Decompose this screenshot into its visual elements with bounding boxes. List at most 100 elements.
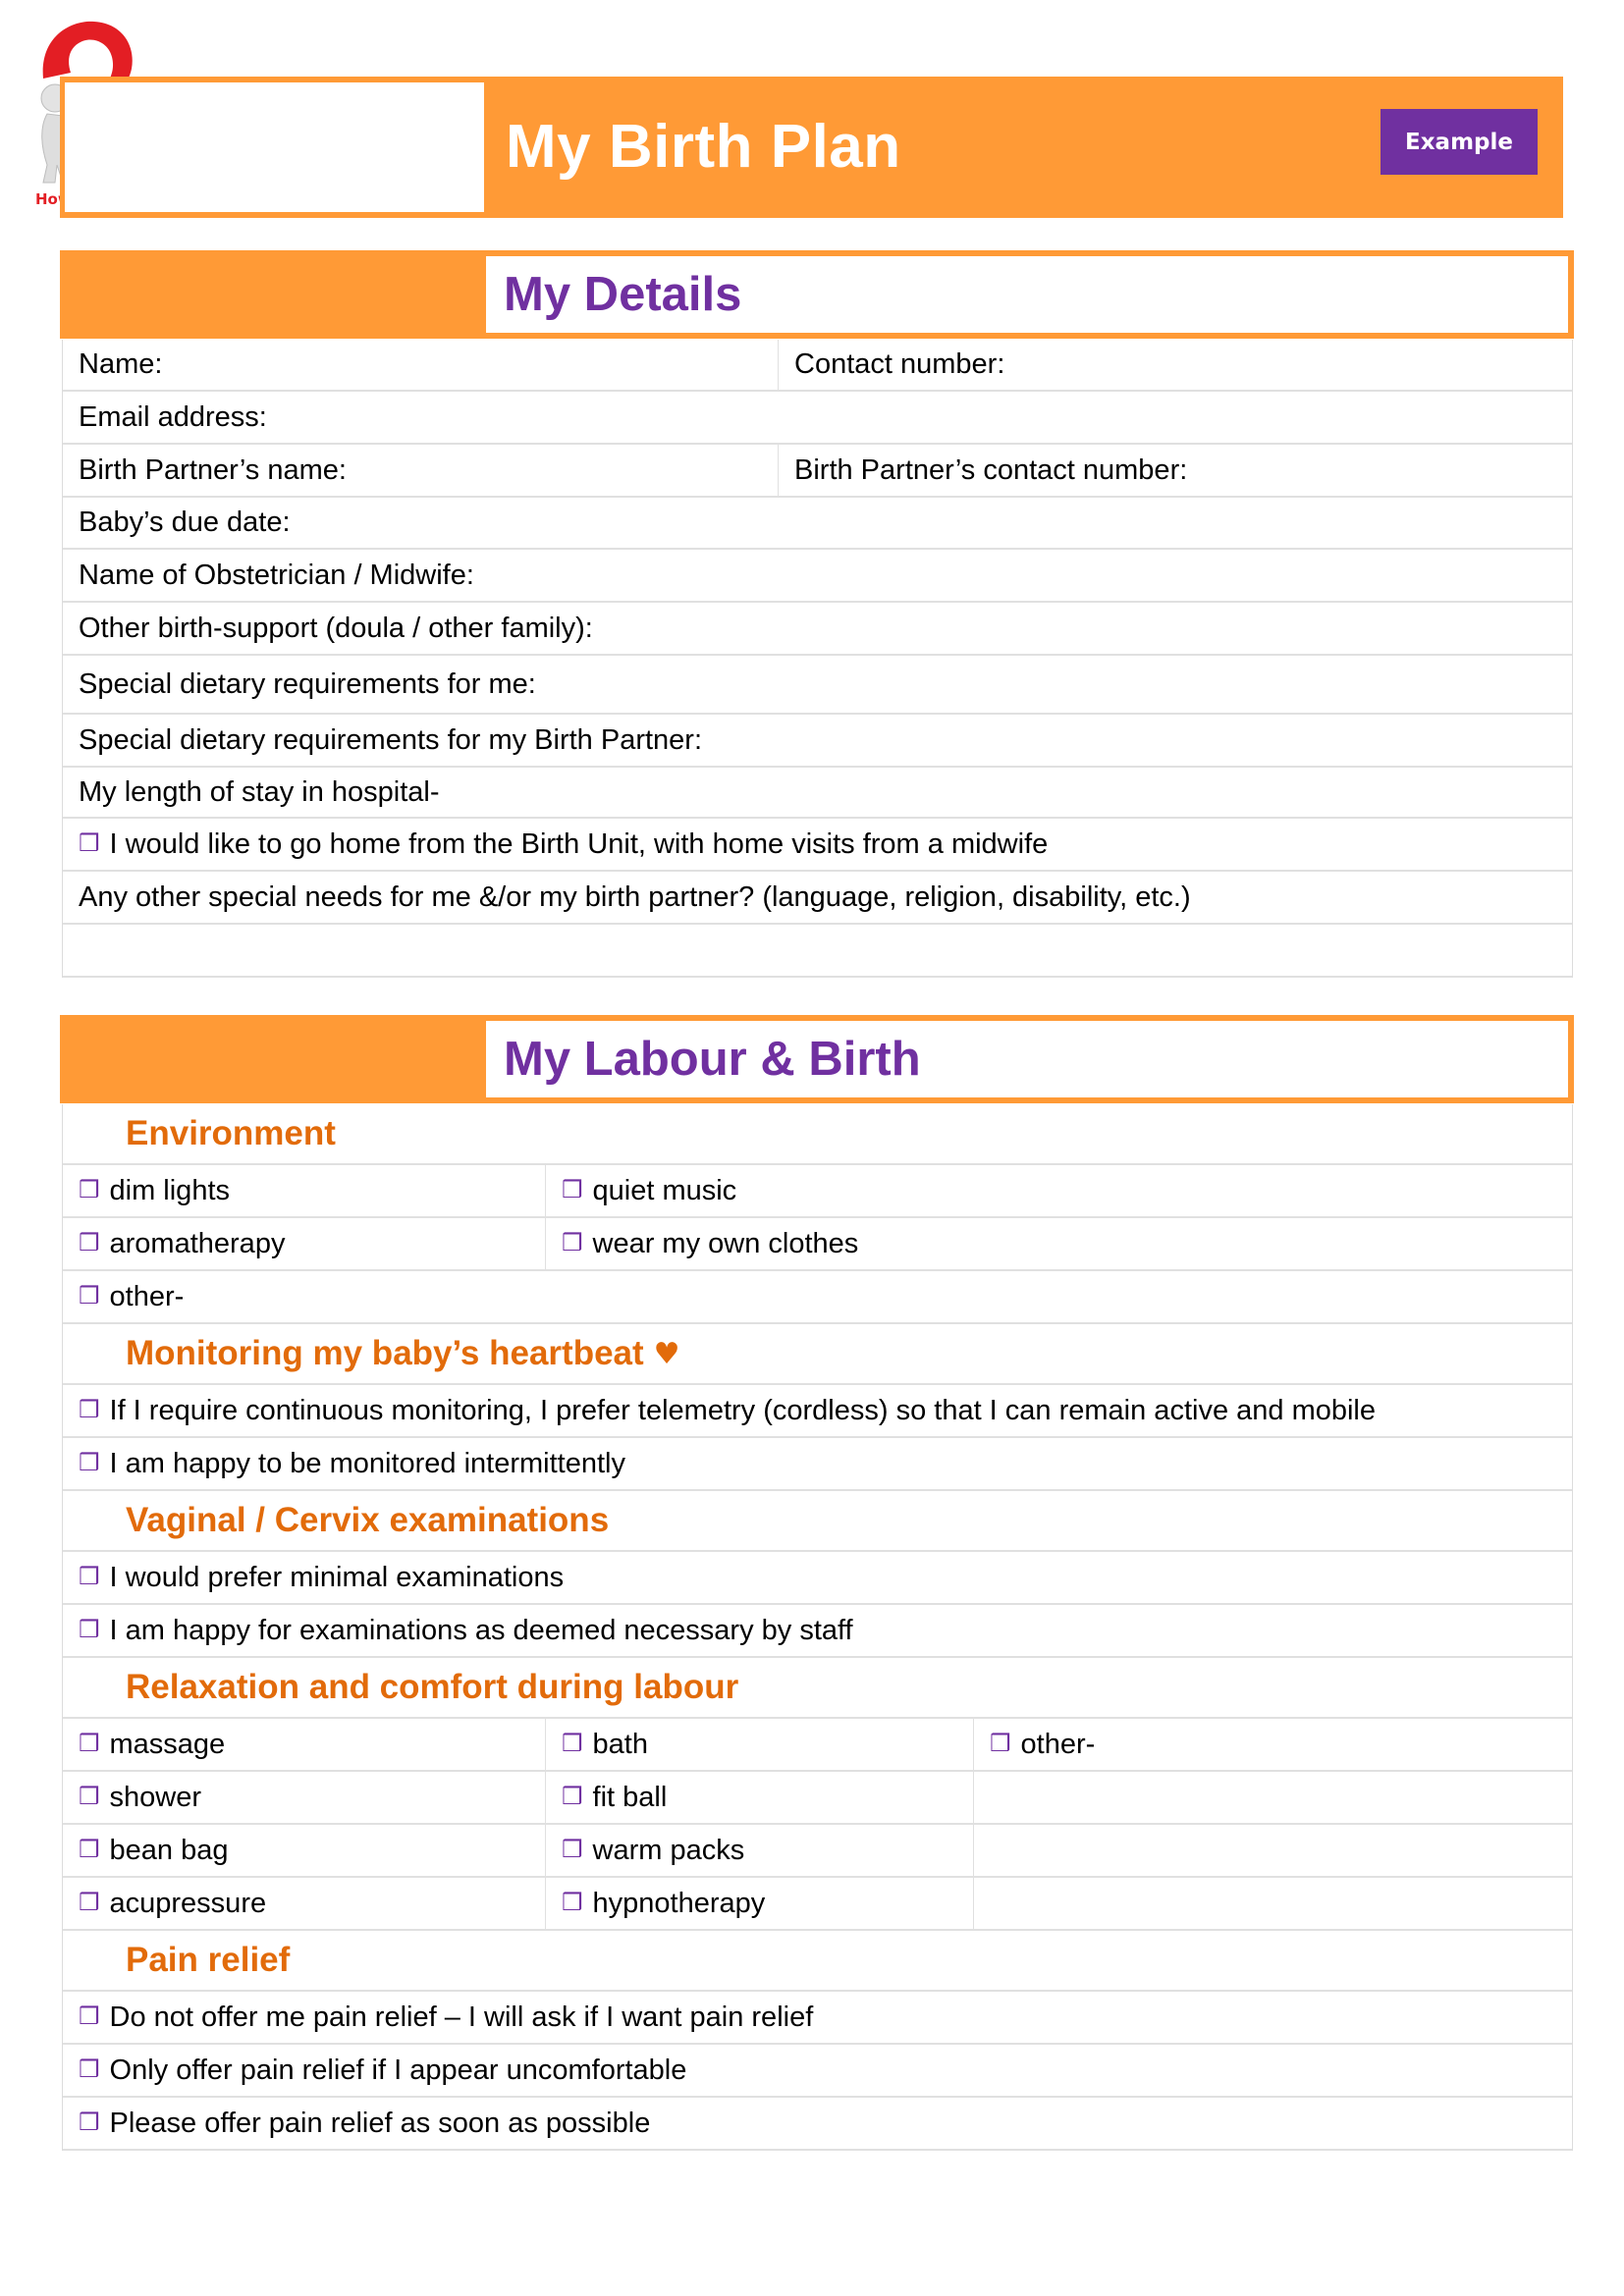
- checkbox-icon[interactable]: ❒: [79, 1836, 100, 1863]
- checkbox-icon[interactable]: ❒: [79, 1229, 100, 1256]
- checkbox-label: I would prefer minimal examinations: [109, 1561, 565, 1593]
- checkbox-option[interactable]: ❒ wear my own clothes: [545, 1218, 1572, 1269]
- subsection-title: Monitoring my baby’s heartbeat ♥: [63, 1324, 1572, 1383]
- option-row: ❒ acupressure ❒ hypnotherapy: [63, 1878, 1572, 1931]
- option-row: ❒ bean bag ❒ warm packs: [63, 1825, 1572, 1878]
- checkbox-option[interactable]: ❒ aromatherapy: [63, 1218, 545, 1269]
- details-row: Birth Partner’s name: Birth Partner’s con…: [63, 445, 1572, 498]
- checkbox-option[interactable]: ❒ fit ball: [545, 1772, 973, 1823]
- checkbox-option[interactable]: ❒ Please offer pain relief as soon as pos…: [63, 2098, 1572, 2149]
- checkbox-icon[interactable]: ❒: [79, 829, 100, 857]
- checkbox-icon[interactable]: ❒: [990, 1730, 1011, 1757]
- field-label: Vaginal / Cervix examinations: [126, 1501, 610, 1539]
- checkbox-option[interactable]: ❒ massage: [63, 1719, 545, 1770]
- option-row: ❒ Please offer pain relief as soon as pos…: [63, 2098, 1572, 2151]
- checkbox-label: massage: [109, 1728, 226, 1760]
- checkbox-icon[interactable]: ❒: [79, 2002, 100, 2030]
- details-field: Email address:: [63, 392, 1572, 443]
- subsection-heading: Vaginal / Cervix examinations: [63, 1491, 1572, 1552]
- subsection-heading: Environment: [63, 1104, 1572, 1165]
- checkbox-label: fit ball: [592, 1781, 668, 1813]
- checkbox-option[interactable]: ❒ I would like to go home from the Birth …: [63, 819, 1572, 870]
- checkbox-option[interactable]: ❒ I am happy for examinations as deemed n…: [63, 1605, 1572, 1656]
- checkbox-label: Do not offer me pain relief – I will ask…: [109, 2001, 814, 2033]
- checkbox-option[interactable]: ❒ quiet music: [545, 1165, 1572, 1216]
- checkbox-label: I am happy for examinations as deemed ne…: [109, 1614, 853, 1646]
- checkbox-label: other-: [109, 1280, 185, 1312]
- details-row: [63, 925, 1572, 978]
- details-row: Any other special needs for me &/or my b…: [63, 872, 1572, 925]
- details-field: My length of stay in hospital-: [63, 768, 1572, 817]
- checkbox-option[interactable]: ❒ If I require continuous monitoring, I p…: [63, 1385, 1572, 1436]
- checkbox-icon[interactable]: ❒: [79, 1396, 100, 1423]
- option-row: ❒ Do not offer me pain relief – I will as…: [63, 1992, 1572, 2045]
- field-label: Relaxation and comfort during labour: [126, 1668, 739, 1706]
- checkbox-label: Please offer pain relief as soon as poss…: [109, 2107, 651, 2139]
- field-label: Email address:: [79, 400, 267, 433]
- option-row: ❒ If I require continuous monitoring, I p…: [63, 1385, 1572, 1438]
- details-field: Birth Partner’s name:: [63, 445, 778, 496]
- checkbox-label: wear my own clothes: [592, 1227, 859, 1259]
- checkbox-option[interactable]: ❒ warm packs: [545, 1825, 973, 1876]
- title-blank-box: [65, 82, 484, 212]
- checkbox-icon[interactable]: ❒: [562, 1730, 583, 1757]
- checkbox-icon[interactable]: ❒: [79, 1563, 100, 1590]
- option-row: ❒ I am happy for examinations as deemed n…: [63, 1605, 1572, 1658]
- field-label: Baby’s due date:: [79, 507, 291, 538]
- checkbox-icon[interactable]: ❒: [562, 1229, 583, 1256]
- checkbox-icon[interactable]: ❒: [79, 1449, 100, 1476]
- details-field: Baby’s due date:: [63, 498, 1572, 548]
- details-field: Name of Obstetrician / Midwife:: [63, 550, 1572, 601]
- checkbox-option[interactable]: ❒ Do not offer me pain relief – I will as…: [63, 1992, 1572, 2043]
- field-label: Pain relief: [126, 1941, 291, 1979]
- checkbox-label: bean bag: [109, 1834, 229, 1866]
- field-label: Special dietary requirements for my Birt…: [79, 723, 703, 756]
- checkbox-option[interactable]: ❒ other-: [63, 1271, 1572, 1322]
- option-row: ❒ massage ❒ bath ❒ other-: [63, 1719, 1572, 1772]
- checkbox-option[interactable]: ❒ Only offer pain relief if I appear unco…: [63, 2045, 1572, 2096]
- checkbox-label: shower: [109, 1781, 202, 1813]
- checkbox-option[interactable]: ❒ shower: [63, 1772, 545, 1823]
- checkbox-icon[interactable]: ❒: [562, 1783, 583, 1810]
- checkbox-label: quiet music: [592, 1174, 737, 1206]
- checkbox-icon[interactable]: ❒: [79, 2109, 100, 2136]
- section-title: My Details: [504, 268, 742, 321]
- details-row: My length of stay in hospital-: [63, 768, 1572, 819]
- checkbox-option[interactable]: ❒ bath: [545, 1719, 973, 1770]
- checkbox-option[interactable]: ❒ dim lights: [63, 1165, 545, 1216]
- checkbox-icon[interactable]: ❒: [79, 1783, 100, 1810]
- checkbox-icon[interactable]: ❒: [79, 1616, 100, 1643]
- checkbox-option[interactable]: ❒ acupressure: [63, 1878, 545, 1929]
- field-label: Other birth-support (doula / other famil…: [79, 612, 593, 644]
- option-row: ❒ other-: [63, 1271, 1572, 1324]
- checkbox-icon[interactable]: ❒: [79, 1889, 100, 1916]
- checkbox-option[interactable]: ❒ I would prefer minimal examinations: [63, 1552, 1572, 1603]
- field-label: Environment: [126, 1114, 336, 1152]
- empty-cell: [973, 1878, 1572, 1929]
- checkbox-icon[interactable]: ❒: [562, 1176, 583, 1203]
- checkbox-label: warm packs: [592, 1834, 745, 1866]
- checkbox-icon[interactable]: ❒: [79, 2056, 100, 2083]
- checkbox-icon[interactable]: ❒: [562, 1889, 583, 1916]
- field-label: Name:: [79, 348, 163, 380]
- checkbox-label: Only offer pain relief if I appear uncom…: [109, 2054, 687, 2086]
- checkbox-icon[interactable]: ❒: [562, 1836, 583, 1863]
- checkbox-icon[interactable]: ❒: [79, 1730, 100, 1757]
- checkbox-option[interactable]: ❒ I am happy to be monitored intermittent…: [63, 1438, 1572, 1489]
- heart-icon: ♥: [653, 1336, 680, 1371]
- checkbox-label: hypnotherapy: [592, 1887, 766, 1919]
- details-field: Special dietary requirements for my Birt…: [63, 715, 1572, 766]
- subsection-heading: Pain relief: [63, 1931, 1572, 1992]
- checkbox-icon[interactable]: ❒: [79, 1176, 100, 1203]
- field-label: Birth Partner’s name:: [79, 454, 347, 486]
- checkbox-label: I would like to go home from the Birth U…: [109, 828, 1049, 860]
- checkbox-icon[interactable]: ❒: [79, 1282, 100, 1309]
- checkbox-label: bath: [592, 1728, 648, 1760]
- details-row: Special dietary requirements for my Birt…: [63, 715, 1572, 768]
- checkbox-option[interactable]: ❒ other-: [973, 1719, 1572, 1770]
- checkbox-option[interactable]: ❒ hypnotherapy: [545, 1878, 973, 1929]
- details-row: Name of Obstetrician / Midwife:: [63, 550, 1572, 603]
- field-label: Birth Partner’s contact number:: [794, 454, 1188, 486]
- checkbox-option[interactable]: ❒ bean bag: [63, 1825, 545, 1876]
- example-badge[interactable]: Example: [1380, 109, 1538, 175]
